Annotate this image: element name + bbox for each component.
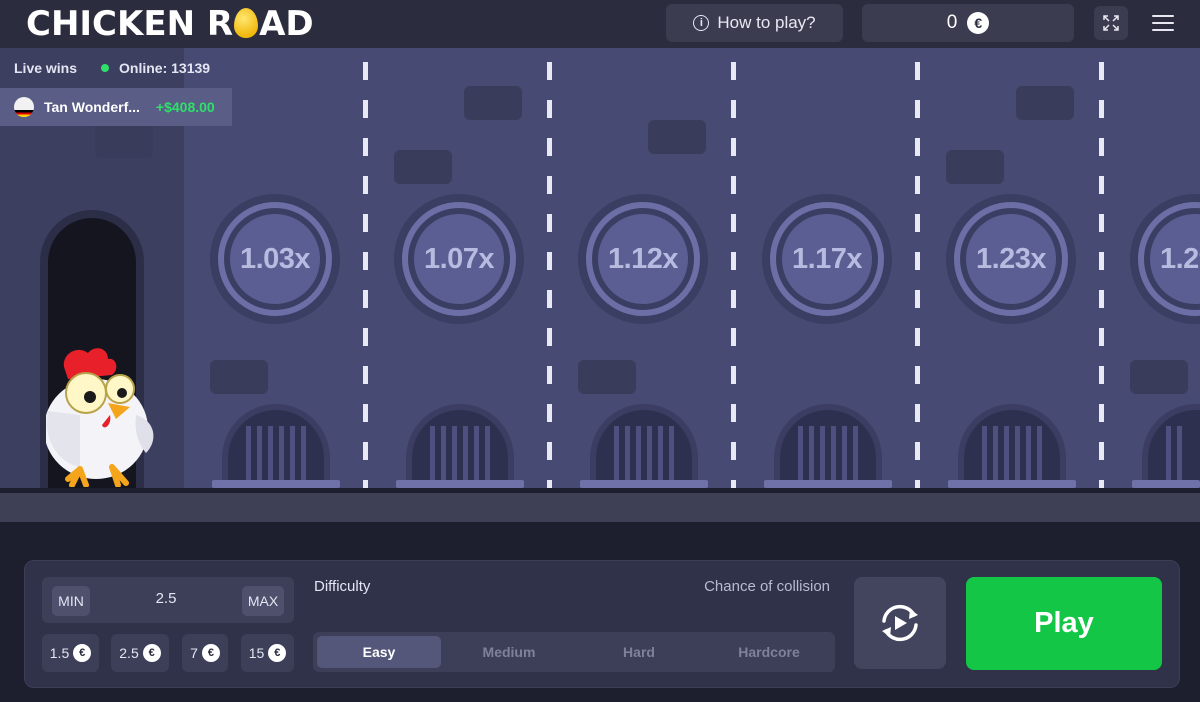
chip-value: 1.5: [49, 645, 70, 661]
fullscreen-button[interactable]: [1094, 6, 1128, 40]
max-bet-button[interactable]: MAX: [242, 586, 284, 616]
euro-icon: €: [201, 644, 220, 662]
grate-base: [580, 480, 708, 488]
multiplier-value: 1.03x: [239, 242, 311, 275]
road: [0, 493, 1200, 522]
online-count: Online: 13139: [119, 60, 211, 76]
chip-value: 7: [190, 645, 198, 661]
grate-bars: [798, 426, 858, 484]
grate-bars: [1166, 426, 1182, 484]
difficulty-medium[interactable]: Medium: [447, 636, 571, 668]
play-button[interactable]: Play: [966, 577, 1162, 670]
grate-base: [396, 480, 524, 488]
wall-brick: [394, 150, 452, 184]
difficulty-hardcore[interactable]: Hardcore: [707, 636, 831, 668]
how-to-play-label: How to play?: [717, 13, 816, 32]
collision-chance-label: Chance of collision: [704, 578, 830, 595]
lane-divider: [915, 62, 920, 490]
wall-brick: [1016, 86, 1074, 120]
multiplier-lane-5[interactable]: 1.23x: [946, 194, 1076, 324]
autoplay-button[interactable]: [854, 577, 946, 669]
grate-bars: [614, 426, 674, 484]
quick-bet-chip[interactable]: 15 €: [241, 634, 294, 672]
egg-icon: [234, 8, 259, 38]
difficulty-hard[interactable]: Hard: [577, 636, 701, 668]
player-avatar: [14, 97, 34, 117]
menu-icon-line: [1152, 21, 1174, 24]
euro-icon: €: [268, 644, 287, 662]
multiplier-lane-6[interactable]: 1.29x: [1130, 194, 1200, 324]
balance-display: 0 €: [862, 4, 1074, 42]
lane-divider: [363, 62, 368, 490]
fullscreen-icon: [1103, 15, 1119, 31]
grate-bars: [246, 426, 306, 484]
multiplier-value: 1.29x: [1159, 242, 1200, 275]
game-logo: CHICKEN R AD: [26, 4, 314, 44]
grate-bars: [982, 426, 1042, 484]
grate-bars: [430, 426, 490, 484]
max-label: MAX: [247, 593, 279, 609]
sewer-grate: [590, 404, 698, 484]
sewer-grate: [1142, 404, 1200, 484]
multiplier-value: 1.07x: [423, 242, 495, 275]
chicken-road-game: CHICKEN R AD i How to play? 0 € 1.03x 1.…: [0, 0, 1200, 702]
chip-value: 2.5: [119, 645, 139, 661]
euro-icon: €: [73, 644, 92, 662]
logo-text-left: CHICKEN R: [26, 4, 234, 44]
menu-icon-line: [1152, 15, 1174, 18]
euro-icon: €: [142, 644, 161, 662]
winner-name: Tan Wonderf...: [44, 99, 140, 115]
sewer-grate: [958, 404, 1066, 484]
lane-divider: [731, 62, 736, 490]
menu-button[interactable]: [1148, 10, 1178, 36]
lane-divider: [1099, 62, 1104, 490]
multiplier-value: 1.17x: [791, 242, 863, 275]
grate-base: [764, 480, 892, 488]
bet-amount-input[interactable]: 2.5: [136, 590, 196, 607]
online-status-icon: [101, 64, 110, 72]
wall-brick: [648, 120, 706, 154]
difficulty-selector: Easy Medium Hard Hardcore: [313, 632, 835, 672]
autoplay-icon: [882, 604, 918, 642]
win-amount: +$408.00: [155, 99, 215, 115]
wall-brick: [464, 86, 522, 120]
sewer-grate: [406, 404, 514, 484]
multiplier-value: 1.23x: [975, 242, 1047, 275]
wall-brick: [946, 150, 1004, 184]
grate-base: [1132, 480, 1200, 488]
multiplier-lane-3[interactable]: 1.12x: [578, 194, 708, 324]
sewer-grate: [774, 404, 882, 484]
logo-text-right: AD: [259, 4, 314, 44]
grate-base: [948, 480, 1076, 488]
quick-bet-chip[interactable]: 1.5 €: [42, 634, 99, 672]
how-to-play-button[interactable]: i How to play?: [666, 4, 843, 42]
min-label: MIN: [58, 593, 84, 609]
menu-icon-line: [1152, 28, 1174, 31]
wall-brick: [1130, 360, 1188, 394]
info-icon: i: [693, 15, 710, 31]
top-bar: CHICKEN R AD i How to play? 0 €: [0, 0, 1200, 48]
multiplier-lane-4[interactable]: 1.17x: [762, 194, 892, 324]
balance-value: 0: [946, 12, 958, 33]
multiplier-lane-2[interactable]: 1.07x: [394, 194, 524, 324]
difficulty-label: Difficulty: [314, 578, 371, 595]
multiplier-value: 1.12x: [607, 242, 679, 275]
difficulty-easy[interactable]: Easy: [317, 636, 441, 668]
chip-value: 15: [248, 645, 265, 661]
wall-brick: [95, 124, 153, 158]
grate-base: [212, 480, 340, 488]
wall-brick: [210, 360, 268, 394]
quick-bet-chip[interactable]: 2.5 €: [111, 634, 169, 672]
min-bet-button[interactable]: MIN: [52, 586, 90, 616]
live-wins-bar: Live wins Online: 13139: [0, 48, 232, 88]
sewer-grate: [222, 404, 330, 484]
multiplier-lane-1[interactable]: 1.03x: [210, 194, 340, 324]
quick-bet-chip[interactable]: 7 €: [182, 634, 228, 672]
live-win-item: Tan Wonderf... +$408.00: [0, 88, 232, 126]
wall-brick: [578, 360, 636, 394]
chicken-character: [46, 348, 154, 487]
live-wins-label: Live wins: [14, 60, 78, 76]
euro-icon: €: [967, 12, 990, 34]
lane-divider: [547, 62, 552, 490]
